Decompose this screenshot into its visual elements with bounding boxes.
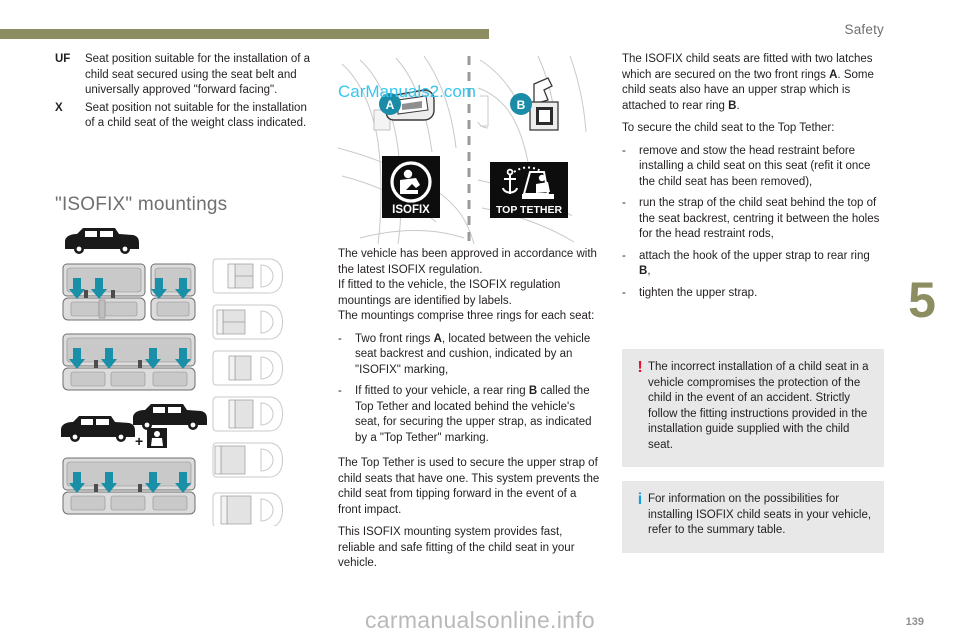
- right-bullet-text-3: attach the hook of the upper strap to re…: [639, 249, 870, 278]
- seat-position-legend: UF Seat position suitable for the instal…: [55, 52, 315, 132]
- legend-row-x: X Seat position not suitable for the ins…: [55, 101, 315, 132]
- seat-diagrams-svg: +: [61, 227, 283, 526]
- info-callout: i For information on the possibilities f…: [622, 481, 884, 553]
- right-bullet-text-2: run the strap of the child seat behind t…: [639, 197, 880, 240]
- right-bullet-item-4: - tighten the upper strap.: [622, 286, 884, 302]
- middle-column: A B ISOFIX TOP TETHER CarManuals2.com Th…: [338, 52, 600, 582]
- dash-marker: -: [622, 144, 626, 157]
- middle-paragraph-3: This ISOFIX mounting system provides fas…: [338, 526, 575, 569]
- seat-row-diagram-2: [62, 333, 196, 390]
- dash-marker: -: [338, 332, 342, 345]
- page-number: 139: [905, 616, 924, 628]
- marker-a: A: [379, 93, 401, 115]
- right-bullet-item-3: - attach the hook of the upper strap to …: [622, 249, 884, 280]
- vehicle-topview-6: [212, 492, 283, 526]
- middle-paragraph-1-line1: The vehicle has been approved in accorda…: [338, 248, 597, 276]
- legend-text-x: Seat position not suitable for the insta…: [85, 101, 307, 130]
- header-accent-bar: [0, 29, 489, 39]
- right-bullet-item-2: - run the strap of the child seat behind…: [622, 196, 884, 243]
- info-callout-text: For information on the possibilities for…: [648, 493, 872, 536]
- right-paragraph-1: The ISOFIX child seats are fitted with t…: [622, 53, 874, 112]
- middle-bullet-item-2: - If fitted to your vehicle, a rear ring…: [338, 384, 600, 446]
- left-column: UF Seat position suitable for the instal…: [55, 52, 315, 526]
- isofix-anchor-photo-svg: A B ISOFIX TOP TETHER: [338, 52, 600, 247]
- section-heading-isofix-mountings: "ISOFIX" mountings: [55, 193, 228, 215]
- dash-marker: -: [622, 249, 626, 262]
- page-title: Safety: [844, 22, 884, 37]
- marker-b: B: [510, 93, 532, 115]
- svg-text:B: B: [517, 98, 526, 112]
- vehicle-topview-3: [212, 350, 283, 385]
- info-icon: i: [637, 491, 643, 508]
- dash-marker: -: [622, 197, 626, 209]
- middle-paragraph-2: The Top Tether is used to secure the upp…: [338, 457, 600, 516]
- plus-sign: +: [135, 433, 143, 449]
- vehicle-topview-1: [212, 258, 283, 293]
- middle-bullet-text-1: Two front rings A, located between the v…: [355, 332, 591, 376]
- middle-bullet-list: - Two front rings A, located between the…: [338, 332, 600, 447]
- seat-layout-illustrations: +: [55, 226, 315, 526]
- top-tether-label-plate: TOP TETHER: [490, 162, 568, 218]
- middle-paragraph-1-line3: The mountings comprise three rings for e…: [338, 310, 595, 322]
- site-watermark: carmanualsonline.info: [364, 607, 596, 633]
- dash-marker: -: [622, 286, 626, 299]
- vehicle-topview-4: [212, 396, 283, 431]
- top-tether-plate-text: TOP TETHER: [496, 204, 563, 216]
- middle-paragraph-1-line2: If fitted to the vehicle, the ISOFIX reg…: [338, 279, 561, 307]
- middle-bullet-text-2: If fitted to your vehicle, a rear ring B…: [355, 385, 592, 444]
- isofix-anchor-photo: A B ISOFIX TOP TETHER CarManuals2.com: [338, 52, 600, 247]
- warning-callout: ! The incorrect installation of a child …: [622, 349, 884, 467]
- chapter-tab: 5: [884, 200, 960, 400]
- isofix-label-plate: ISOFIX: [382, 156, 440, 218]
- middle-bullet-item-1: - Two front rings A, located between the…: [338, 332, 600, 379]
- seat-row-diagram-3: [62, 457, 196, 514]
- warning-icon: !: [637, 359, 643, 376]
- chapter-number: 5: [908, 272, 936, 328]
- dash-marker: -: [338, 385, 342, 397]
- right-bullet-item-1: - remove and stow the head restraint bef…: [622, 144, 884, 191]
- vehicle-icon-van-long-group: +: [61, 403, 207, 449]
- legend-key-uf: UF: [55, 53, 71, 65]
- right-bullet-list: - remove and stow the head restraint bef…: [622, 144, 884, 302]
- right-column: The ISOFIX child seats are fitted with t…: [622, 52, 884, 567]
- right-bullet-text-1: remove and stow the head restraint befor…: [639, 144, 871, 188]
- right-intro-text: To secure the child seat to the Top Teth…: [622, 122, 835, 134]
- middle-paragraph-1: The vehicle has been approved in accorda…: [338, 247, 600, 325]
- seat-row-diagram-1: [62, 263, 196, 320]
- right-bullet-text-4: tighten the upper strap.: [639, 286, 758, 299]
- legend-text-uf: Seat position suitable for the installat…: [85, 53, 311, 96]
- warning-callout-text: The incorrect installation of a child se…: [648, 361, 869, 451]
- vehicle-topview-2: [212, 304, 283, 339]
- legend-key-x: X: [55, 101, 63, 114]
- vehicle-topview-5: [212, 442, 283, 477]
- vehicle-icon-van-short: [65, 227, 139, 254]
- isofix-plate-text: ISOFIX: [392, 204, 430, 216]
- legend-row-uf: UF Seat position suitable for the instal…: [55, 52, 315, 99]
- svg-text:A: A: [386, 98, 395, 112]
